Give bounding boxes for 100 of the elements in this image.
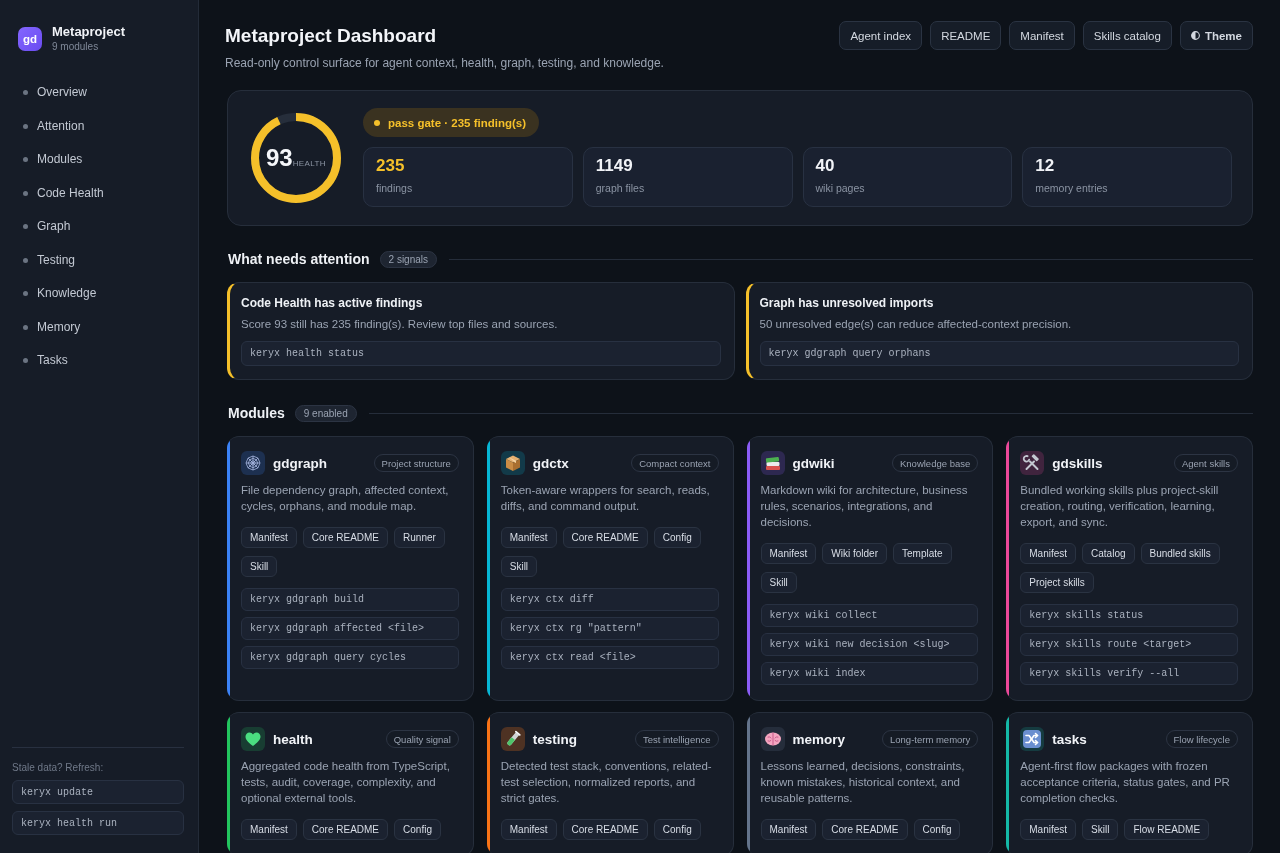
- stat-label: wiki pages: [815, 181, 866, 195]
- stat-label: graph files: [595, 181, 646, 195]
- contrast-icon: [1190, 31, 1200, 40]
- module-description: Detected test stack, conventions, related-test selection, normalized reports, and strict gates.: [500, 759, 713, 806]
- module-name: gdgraph: [273, 455, 328, 471]
- stat-value: 12: [1035, 156, 1056, 176]
- code-snippet: keryx gdgraph query orphans: [759, 341, 1239, 366]
- doc-link[interactable]: Wiki folder: [822, 543, 887, 564]
- doc-link[interactable]: Manifest: [500, 527, 557, 548]
- page-title: Metaproject Dashboard: [225, 24, 438, 48]
- section-title: Modules: [228, 404, 285, 422]
- doc-link[interactable]: Manifest: [241, 527, 297, 548]
- doc-link[interactable]: Config: [653, 819, 701, 840]
- doc-link[interactable]: Manifest: [760, 819, 817, 840]
- doc-link[interactable]: Project skills: [1020, 572, 1094, 593]
- status-dot-icon: [374, 119, 380, 126]
- header-link[interactable]: Skills catalog: [1082, 21, 1172, 50]
- header-link[interactable]: README: [930, 21, 1002, 50]
- module-description: Bundled working skills plus project-skill creation, routing, verification, learning, export, and sync.: [1020, 483, 1220, 530]
- nav-item[interactable]: Attention: [12, 109, 184, 143]
- header-link[interactable]: Manifest: [1009, 21, 1075, 50]
- nav-item[interactable]: Overview: [12, 76, 184, 110]
- code-snippet: keryx gdgraph build: [241, 588, 459, 611]
- shuffle-icon: [1020, 727, 1045, 751]
- doc-link[interactable]: Flow README: [1124, 819, 1210, 840]
- nav-item[interactable]: Memory: [12, 310, 184, 344]
- category-tag: Knowledge base: [892, 454, 979, 472]
- category-tag: Project structure: [373, 454, 459, 472]
- alert-title: Code Health has active findings: [241, 295, 424, 311]
- module-name: gdwiki: [792, 455, 836, 471]
- module-name: gdskills: [1052, 455, 1104, 471]
- doc-link[interactable]: Config: [394, 819, 441, 840]
- code-snippet: keryx skills status: [1020, 604, 1238, 627]
- alert-title: Graph has unresolved imports: [759, 295, 935, 311]
- doc-link[interactable]: Manifest: [1020, 543, 1077, 564]
- nav-item[interactable]: Testing: [12, 243, 184, 277]
- stat-label: findings: [376, 181, 414, 195]
- bullet-icon: [23, 291, 28, 297]
- code-snippet: keryx gdgraph affected <file>: [241, 617, 459, 640]
- nav-item[interactable]: Knowledge: [12, 277, 184, 311]
- bullet-icon: [23, 190, 28, 196]
- doc-link[interactable]: Catalog: [1082, 543, 1135, 564]
- doc-link[interactable]: Config: [653, 527, 701, 548]
- category-tag: Compact context: [631, 454, 719, 472]
- module-description: Aggregated code health from TypeScript, tests, audit, coverage, complexity, and optional external tools.: [241, 759, 451, 806]
- code-snippet: keryx update: [12, 780, 184, 804]
- doc-link[interactable]: Skill: [500, 556, 538, 577]
- bullet-icon: [23, 358, 28, 364]
- books-icon: [760, 451, 785, 475]
- doc-link[interactable]: Core README: [302, 527, 389, 548]
- doc-link[interactable]: Bundled skills: [1140, 543, 1220, 564]
- doc-link[interactable]: Config: [913, 819, 961, 840]
- doc-link[interactable]: Core README: [302, 819, 389, 840]
- doc-link[interactable]: Core README: [822, 819, 908, 840]
- bullet-icon: [23, 123, 28, 129]
- code-snippet: keryx gdgraph query cycles: [241, 646, 459, 669]
- project-title: Metaproject: [52, 24, 125, 40]
- alert-text: Score 93 still has 235 finding(s). Review top files and sources.: [241, 317, 559, 332]
- code-snippet: keryx ctx rg "pattern": [500, 617, 719, 640]
- category-tag: Long-term memory: [882, 730, 979, 748]
- project-subtitle: 9 modules: [52, 40, 100, 53]
- code-snippet: keryx health status: [241, 341, 721, 366]
- doc-link[interactable]: Manifest: [500, 819, 557, 840]
- spider-web-icon: [241, 451, 265, 475]
- module-description: File dependency graph, affected context, cycles, orphans, and module map.: [241, 483, 450, 514]
- code-snippet: keryx wiki new decision <slug>: [760, 633, 979, 656]
- module-description: Agent-first flow packages with frozen acceptance criteria, status gates, and PR completion checks.: [1020, 759, 1231, 806]
- code-snippet: keryx wiki index: [760, 662, 979, 685]
- doc-link[interactable]: Core README: [562, 527, 648, 548]
- category-tag: Test intelligence: [634, 730, 719, 748]
- nav-item[interactable]: Code Health: [12, 176, 184, 210]
- header-link[interactable]: Agent index: [839, 21, 923, 50]
- code-snippet: keryx ctx read <file>: [500, 646, 719, 669]
- doc-link[interactable]: Runner: [394, 527, 445, 548]
- module-description: Token-aware wrappers for search, reads, diffs, and command output.: [500, 483, 711, 514]
- nav-item[interactable]: Graph: [12, 210, 184, 244]
- alert-text: 50 unresolved edge(s) can reduce affected-context precision.: [759, 317, 1073, 332]
- doc-link[interactable]: Manifest: [1020, 819, 1077, 840]
- category-tag: Agent skills: [1173, 454, 1238, 472]
- doc-link[interactable]: Manifest: [760, 543, 817, 564]
- module-description: Lessons learned, decisions, constraints, known mistakes, historical context, and reusable patterns.: [760, 759, 966, 806]
- doc-link[interactable]: Skill: [241, 556, 278, 577]
- nav-item[interactable]: Modules: [12, 143, 184, 177]
- bullet-icon: [23, 324, 28, 330]
- health-caption: HEALTH: [292, 158, 327, 168]
- section-title: What needs attention: [228, 250, 370, 268]
- doc-link[interactable]: Template: [893, 543, 952, 564]
- theme-toggle[interactable]: Theme: [1179, 21, 1253, 50]
- refresh-hint: Stale data? Refresh:: [12, 761, 105, 774]
- doc-link[interactable]: Skill: [760, 572, 797, 593]
- hammer-and-wrench-icon: [1020, 451, 1045, 475]
- module-description: Markdown wiki for architecture, business rules, scenarios, integrations, and decisions.: [760, 483, 969, 530]
- signal-count: 2 signals: [379, 250, 438, 268]
- module-name: tasks: [1052, 731, 1088, 747]
- doc-link[interactable]: Core README: [562, 819, 648, 840]
- nav-item[interactable]: Tasks: [12, 344, 184, 378]
- doc-link[interactable]: Skill: [1082, 819, 1119, 840]
- module-name: memory: [792, 731, 847, 747]
- bullet-icon: [23, 257, 28, 263]
- doc-link[interactable]: Manifest: [241, 819, 297, 840]
